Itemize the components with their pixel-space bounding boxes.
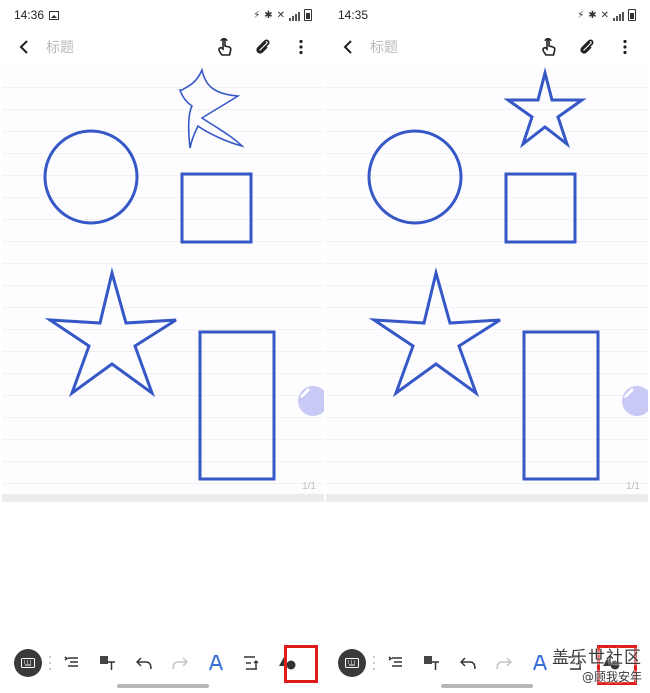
pen-style-button[interactable] — [198, 647, 234, 679]
back-arrow-icon — [343, 40, 352, 54]
recognized-star-shape — [503, 67, 587, 149]
square-shape — [180, 172, 253, 244]
bottom-toolbar — [2, 645, 324, 681]
back-button[interactable] — [12, 34, 38, 60]
undo-icon — [460, 657, 476, 670]
square-shape — [504, 172, 577, 244]
mute-icon: ✕ — [276, 10, 285, 21]
status-icons: ⚡ ✱ ✕ — [253, 9, 312, 21]
signal-icon — [613, 11, 624, 21]
circle-shape — [367, 129, 463, 225]
watermark-author: @顾我安年 — [581, 670, 642, 684]
handwriting-to-text-icon — [100, 656, 115, 670]
star-shape — [368, 267, 501, 398]
status-time: 14:35 — [338, 8, 369, 22]
text-align-button[interactable] — [378, 647, 414, 679]
blank-page-area[interactable] — [326, 502, 648, 642]
hand-touch-icon — [218, 38, 232, 56]
attach-button[interactable] — [250, 34, 276, 60]
undo-button[interactable] — [450, 647, 486, 679]
vibrate-icon: ⚡ — [253, 10, 261, 21]
text-size-button[interactable] — [234, 647, 270, 679]
drawing-layer — [367, 67, 600, 481]
page-indicator: 1/1 — [626, 481, 640, 492]
redo-icon — [172, 657, 188, 670]
back-button[interactable] — [336, 34, 362, 60]
page-indicator: 1/1 — [302, 481, 316, 492]
paperclip-icon — [580, 39, 594, 54]
watermark: 盖乐世社区 @顾我安年 — [552, 643, 642, 685]
star-shape — [44, 267, 177, 398]
hand-touch-icon — [542, 38, 556, 56]
text-align-icon — [64, 656, 78, 667]
circle-shape — [43, 129, 139, 225]
status-bar: 14:36 ⚡ ✱ ✕ — [2, 0, 324, 30]
watermark-community: 盖乐世社区 — [552, 648, 642, 668]
redo-button[interactable] — [162, 647, 198, 679]
gallery-notification-icon — [49, 10, 60, 20]
status-time: 14:36 — [14, 8, 45, 22]
pen-icon — [624, 388, 634, 398]
tall-rectangle-shape — [522, 330, 600, 481]
status-icons: ⚡ ✱ ✕ — [577, 9, 636, 21]
more-vert-icon — [623, 39, 627, 55]
page-divider — [326, 494, 648, 502]
redo-icon — [496, 657, 512, 670]
vibrate-icon: ⚡ — [577, 10, 585, 21]
bluetooth-icon: ✱ — [588, 10, 597, 21]
toolbar-separator — [372, 656, 376, 670]
bluetooth-icon: ✱ — [264, 10, 273, 21]
handwriting-to-text-icon — [424, 656, 439, 670]
screen-after: 14:35 ⚡ ✱ ✕ 标题 1/1 盖乐世社区 @顾我安年 — [326, 0, 648, 693]
text-align-button[interactable] — [54, 647, 90, 679]
keyboard-button[interactable] — [10, 647, 46, 679]
highlight-box — [284, 645, 318, 683]
tall-rectangle-shape — [198, 330, 276, 481]
handwriting-to-text-button[interactable] — [90, 647, 126, 679]
pen-fab[interactable] — [298, 386, 324, 416]
hand-touch-button[interactable] — [212, 34, 238, 60]
undo-button[interactable] — [126, 647, 162, 679]
pen-fab[interactable] — [622, 386, 648, 416]
back-arrow-icon — [19, 40, 28, 54]
title-input[interactable]: 标题 — [46, 37, 74, 57]
text-size-icon — [244, 656, 259, 670]
title-input[interactable]: 标题 — [370, 37, 398, 57]
attach-button[interactable] — [574, 34, 600, 60]
handwriting-to-text-button[interactable] — [414, 647, 450, 679]
drawing-layer — [43, 67, 276, 481]
hand-drawn-star — [178, 67, 245, 149]
app-bar: 标题 — [326, 30, 648, 64]
paperclip-icon — [256, 39, 270, 54]
pen-style-icon — [533, 655, 547, 671]
mute-icon: ✕ — [600, 10, 609, 21]
more-options-button[interactable] — [612, 34, 638, 60]
hand-touch-button[interactable] — [536, 34, 562, 60]
home-indicator — [441, 684, 533, 688]
pen-style-icon — [209, 655, 223, 671]
undo-icon — [136, 657, 152, 670]
page-divider — [2, 494, 324, 502]
drawing-canvas[interactable]: 1/1 — [2, 66, 324, 494]
blank-page-area[interactable] — [2, 502, 324, 642]
keyboard-button[interactable] — [334, 647, 370, 679]
more-vert-icon — [299, 39, 303, 55]
more-options-button[interactable] — [288, 34, 314, 60]
pen-icon — [300, 388, 310, 398]
status-bar: 14:35 ⚡ ✱ ✕ — [326, 0, 648, 30]
keyboard-icon — [338, 649, 366, 677]
home-indicator — [117, 684, 209, 688]
battery-icon — [628, 9, 636, 21]
screen-before: 14:36 ⚡ ✱ ✕ 标题 1/1 — [2, 0, 324, 693]
keyboard-icon — [14, 649, 42, 677]
app-bar: 标题 — [2, 30, 324, 64]
text-align-icon — [388, 656, 402, 667]
battery-icon — [304, 9, 312, 21]
drawing-canvas[interactable]: 1/1 — [326, 66, 648, 494]
toolbar-separator — [48, 656, 52, 670]
redo-button[interactable] — [486, 647, 522, 679]
signal-icon — [289, 11, 300, 21]
